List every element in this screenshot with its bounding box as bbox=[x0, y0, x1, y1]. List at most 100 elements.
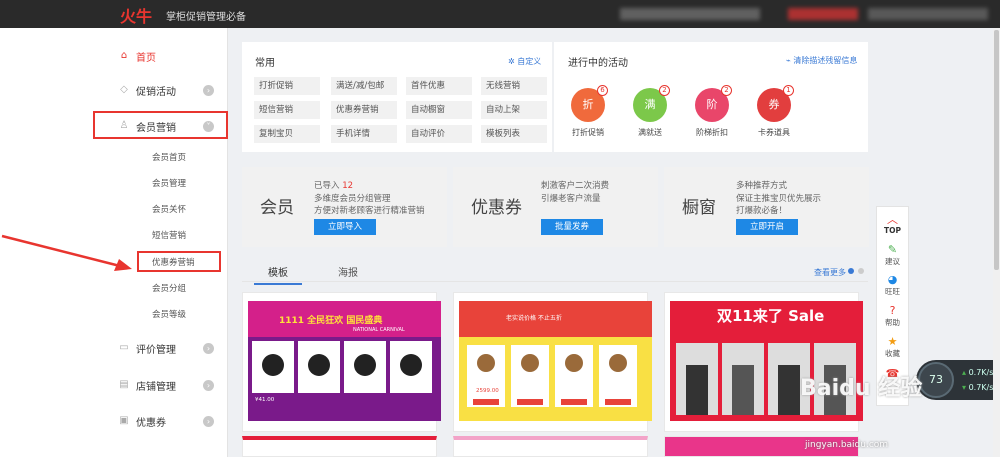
toolbar-label: 旺旺 bbox=[885, 287, 900, 296]
activity-label: 满就送 bbox=[638, 128, 662, 137]
clear-residue-link[interactable]: ⌁ 清除描述残留信息 bbox=[786, 55, 857, 66]
highlight-box bbox=[93, 111, 228, 139]
chevron-right-icon: › bbox=[203, 342, 214, 354]
submenu-member-home[interactable]: 会员首页 bbox=[152, 151, 186, 163]
template-card[interactable]: 双11来了 Sale bbox=[664, 292, 863, 432]
card-line2: 保证主推宝贝优先展示 bbox=[736, 194, 822, 204]
chat-icon: ◕ bbox=[887, 273, 898, 286]
template-card-partial[interactable] bbox=[242, 436, 437, 457]
submenu-member-level[interactable]: 会员等级 bbox=[152, 308, 186, 320]
template-card-partial[interactable] bbox=[453, 436, 648, 457]
template-card[interactable]: 1111 全民狂欢 国民盛典 NATIONAL CARNIVAL ¥41.00 bbox=[242, 292, 441, 432]
shortcut-first-item[interactable]: 首件优惠 bbox=[406, 77, 472, 95]
template-tabs: 模板 海报 查看更多 bbox=[242, 262, 868, 285]
carousel-dot-active[interactable] bbox=[848, 268, 854, 274]
shortcut-coupon[interactable]: 优惠券营销 bbox=[331, 101, 397, 119]
help-icon: ? bbox=[889, 304, 896, 317]
help-button[interactable]: ? 帮助 bbox=[877, 304, 908, 328]
activity-discount[interactable]: 折6 打折促销 bbox=[570, 85, 608, 138]
blurred-account-info bbox=[620, 8, 760, 20]
submenu-member-care[interactable]: 会员关怀 bbox=[152, 203, 186, 215]
activity-label: 阶梯折扣 bbox=[696, 128, 728, 137]
gear-icon: ✲ bbox=[508, 57, 518, 66]
upload-value: 0.7K/s bbox=[968, 368, 994, 377]
shortcut-auto-review[interactable]: 自动评价 bbox=[406, 125, 472, 143]
customize-link[interactable]: ✲ 自定义 bbox=[508, 56, 541, 67]
activity-glyph: 折 bbox=[582, 98, 594, 111]
blurred-user-menu[interactable] bbox=[868, 8, 988, 20]
sidebar-item-coupon[interactable]: ▣ 优惠券 › bbox=[100, 409, 220, 433]
template-banner-sub: NATIONAL CARNIVAL bbox=[353, 327, 405, 333]
submenu-sms-marketing[interactable]: 短信营销 bbox=[152, 229, 186, 241]
enable-button[interactable]: 立即开启 bbox=[736, 219, 798, 235]
shortcut-mobile[interactable]: 无线营销 bbox=[481, 77, 547, 95]
template-card[interactable]: 老实说价格 不止五折 2599.00 bbox=[453, 292, 652, 432]
count-badge: 6 bbox=[597, 85, 608, 96]
batch-coupon-button[interactable]: 批量发券 bbox=[541, 219, 603, 235]
activity-label: 打折促销 bbox=[572, 128, 604, 137]
template-price: 2599.00 bbox=[476, 388, 499, 394]
coupon-card: 优惠券 刺激客户二次消费 引爆老客户流量 批量发券 bbox=[453, 167, 658, 247]
customize-label: 自定义 bbox=[517, 57, 542, 66]
card-title: 会员 bbox=[260, 198, 294, 218]
shop-icon: ▤ bbox=[119, 379, 129, 390]
highlight-box bbox=[137, 251, 221, 272]
sidebar-item-label: 评价管理 bbox=[136, 344, 176, 356]
gift-icon: 满2 bbox=[633, 85, 670, 122]
coupon-icon: 券1 bbox=[757, 85, 794, 122]
comment-icon: ▭ bbox=[119, 342, 129, 353]
sidebar-item-label: 店铺管理 bbox=[136, 381, 176, 393]
toolbar-label: TOP bbox=[884, 226, 901, 235]
submenu-member-manage[interactable]: 会员管理 bbox=[152, 177, 186, 189]
upload-speed: ▴ 0.7K/s bbox=[962, 368, 993, 377]
shortcut-auto-list[interactable]: 自动上架 bbox=[481, 101, 547, 119]
watermark-logo: Baidu 经验 bbox=[800, 376, 923, 401]
sidebar-item-reviews[interactable]: ▭ 评价管理 › bbox=[100, 336, 220, 360]
tab-templates[interactable]: 模板 bbox=[254, 264, 302, 285]
toolbar-label: 收藏 bbox=[885, 349, 900, 358]
shortcut-copy-item[interactable]: 复制宝贝 bbox=[254, 125, 320, 143]
favorite-button[interactable]: ★ 收藏 bbox=[877, 335, 908, 359]
shortcut-sms[interactable]: 短信营销 bbox=[254, 101, 320, 119]
view-more-link[interactable]: 查看更多 bbox=[814, 267, 846, 278]
carousel-dot[interactable] bbox=[858, 268, 864, 274]
sidebar-item-home[interactable]: ⌂ 首页 bbox=[100, 44, 220, 68]
shortcut-template-list[interactable]: 模板列表 bbox=[481, 125, 547, 143]
window-card: 橱窗 多种推荐方式 保证主推宝贝优先展示 打爆款必备！ 立即开启 bbox=[664, 167, 869, 247]
import-button[interactable]: 立即导入 bbox=[314, 219, 376, 235]
card-line2: 引爆老客户流量 bbox=[541, 194, 601, 204]
submenu-member-group[interactable]: 会员分组 bbox=[152, 282, 186, 294]
wangwang-button[interactable]: ◕ 旺旺 bbox=[877, 273, 908, 297]
activity-full-gift[interactable]: 满2 满就送 bbox=[632, 85, 670, 138]
sidebar-item-label: 促销活动 bbox=[136, 86, 176, 98]
card-line2: 多维度会员分组管理 bbox=[314, 194, 391, 204]
activity-tiered-discount[interactable]: 阶2 阶梯折扣 bbox=[694, 85, 732, 138]
activity-glyph: 券 bbox=[768, 98, 780, 111]
app-logo[interactable]: 火牛 bbox=[120, 3, 152, 27]
card-line3: 打爆款必备！ bbox=[736, 206, 788, 216]
shortcut-gift[interactable]: 满送/减/包邮 bbox=[331, 77, 397, 95]
app-slogan: 掌柜促销管理必备 bbox=[166, 12, 246, 23]
shortcut-mobile-detail[interactable]: 手机详情 bbox=[331, 125, 397, 143]
common-title: 常用 bbox=[255, 58, 275, 69]
blurred-user-badge bbox=[788, 8, 858, 20]
percent-icon: 折6 bbox=[571, 85, 608, 122]
download-speed: ▾ 0.7K/s bbox=[962, 383, 993, 392]
shortcut-auto-window[interactable]: 自动橱窗 bbox=[406, 101, 472, 119]
activity-card-coupon[interactable]: 券1 卡券道具 bbox=[756, 85, 794, 138]
coupon-icon: ▣ bbox=[119, 415, 129, 426]
tab-posters[interactable]: 海报 bbox=[338, 264, 358, 279]
activity-glyph: 满 bbox=[644, 98, 656, 111]
sidebar-item-promotions[interactable]: ◇ 促销活动 › bbox=[100, 78, 220, 102]
chevron-right-icon: › bbox=[203, 84, 214, 96]
shortcut-discount[interactable]: 打折促销 bbox=[254, 77, 320, 95]
card-count: 12 bbox=[342, 181, 354, 191]
star-icon: ★ bbox=[887, 335, 898, 348]
back-to-top-button[interactable]: ︿ TOP bbox=[877, 213, 908, 235]
suggestion-button[interactable]: ✎ 建议 bbox=[877, 243, 908, 267]
tag-icon: ◇ bbox=[120, 84, 128, 95]
count-badge: 1 bbox=[783, 85, 794, 96]
speed-percent: 73 bbox=[929, 373, 943, 386]
scrollbar-thumb[interactable] bbox=[994, 30, 999, 270]
sidebar-item-shop[interactable]: ▤ 店铺管理 › bbox=[100, 373, 220, 397]
